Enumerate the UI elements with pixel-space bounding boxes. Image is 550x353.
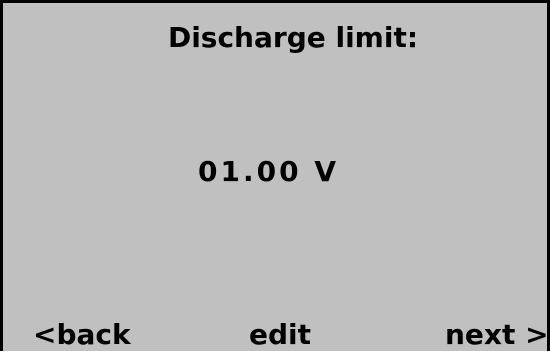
next-softkey[interactable]: next > <box>445 317 549 353</box>
back-softkey[interactable]: <back <box>33 317 131 353</box>
lcd-screen: Discharge limit: 01.00 V <back edit next… <box>0 0 550 351</box>
edit-softkey[interactable]: edit <box>249 317 311 353</box>
screen-title: Discharge limit: <box>167 21 419 54</box>
discharge-limit-value: 01.00 V <box>198 155 339 188</box>
